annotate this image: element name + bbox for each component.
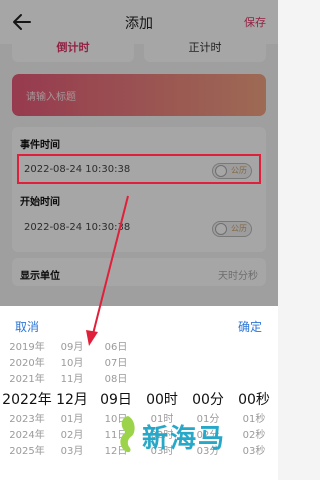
seahorse-logo-icon [120,416,135,453]
watermark-text: 新海马 [142,424,227,454]
annotation-arrow-icon [86,195,129,346]
